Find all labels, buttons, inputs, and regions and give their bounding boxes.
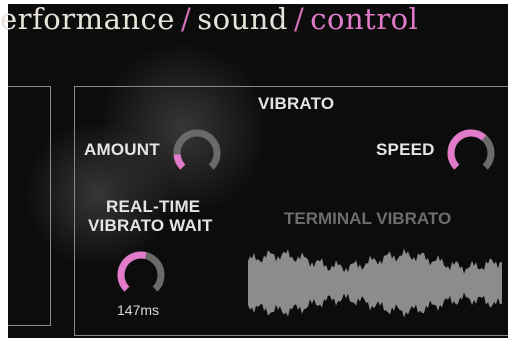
vibrato-title: VIBRATO xyxy=(258,94,335,113)
vibrato-wait-knob-fill xyxy=(117,251,147,292)
nav-performance[interactable]: erformance xyxy=(0,2,175,36)
nav-separator: / xyxy=(180,2,192,36)
speed-knob[interactable] xyxy=(442,124,500,182)
top-navigation: erformance / sound / control xyxy=(0,2,514,36)
speed-knob-fill xyxy=(447,129,487,170)
waveform-shape xyxy=(248,248,502,318)
vibrato-wait-value: 147ms xyxy=(117,302,160,318)
control-screen: ​ VIBRATO AMOUNT SPEED REAL-TIME VIBRATO… xyxy=(8,4,508,338)
left-side-panel xyxy=(8,86,51,326)
terminal-vibrato-title: TERMINAL VIBRATO xyxy=(284,209,452,228)
realtime-label-line1: REAL-TIME xyxy=(106,197,201,216)
realtime-label-line2: VIBRATO WAIT xyxy=(88,216,213,235)
amount-knob-fill xyxy=(173,154,186,170)
nav-separator: / xyxy=(294,2,305,36)
nav-control[interactable]: control xyxy=(310,2,418,36)
amount-knob[interactable] xyxy=(168,124,226,182)
terminal-vibrato-waveform[interactable] xyxy=(248,247,502,319)
nav-sound[interactable]: sound xyxy=(197,2,288,36)
speed-label: SPEED xyxy=(376,140,435,159)
amount-label: AMOUNT xyxy=(84,140,160,159)
vibrato-wait-knob[interactable] xyxy=(112,246,170,304)
